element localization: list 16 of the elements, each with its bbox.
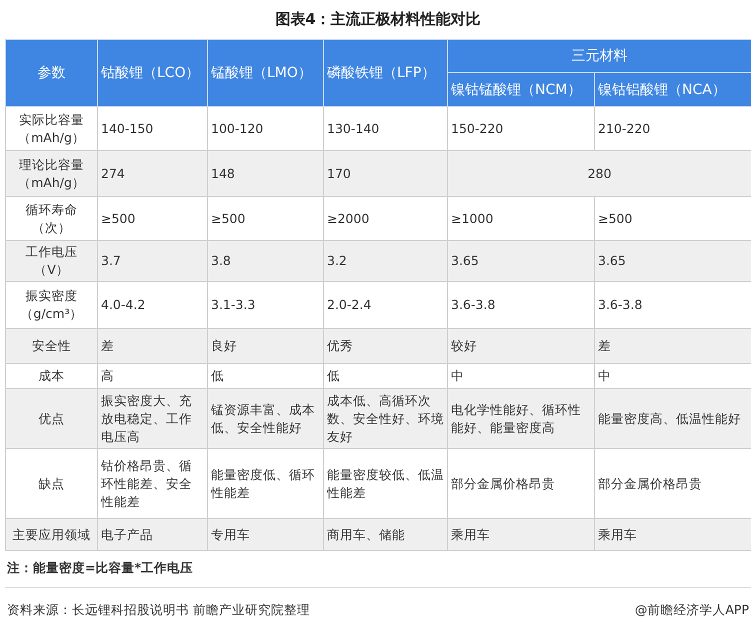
- footnote: 注：能量密度=比容量*工作电压: [5, 551, 751, 588]
- column-header: 锰酸锂（LMO）: [208, 40, 324, 106]
- column-header: 磷酸铁锂（LFP）: [324, 40, 448, 106]
- row-label: 主要应用领域: [6, 518, 98, 550]
- chart-title: 图表4：主流正极材料性能对比: [274, 9, 482, 30]
- column-header: 镍钴锰酸锂（NCM）: [448, 72, 594, 106]
- column-header: 参数: [6, 40, 98, 106]
- group-header: 三元材料: [448, 40, 751, 72]
- table-cell: 专用车: [208, 518, 324, 550]
- source-note: 资料来源：长远锂科招股说明书 前瞻产业研究院整理: [7, 602, 310, 619]
- table-cell: 电子产品: [98, 518, 208, 550]
- column-header: 钴酸锂（LCO）: [98, 40, 208, 106]
- table-cell: 商用车、储能: [324, 518, 448, 550]
- credit-text: @前瞻经济学人APP: [634, 602, 749, 619]
- column-header: 镍钴铝酸锂（NCA）: [594, 72, 751, 106]
- table-cell: 乘用车: [448, 518, 594, 550]
